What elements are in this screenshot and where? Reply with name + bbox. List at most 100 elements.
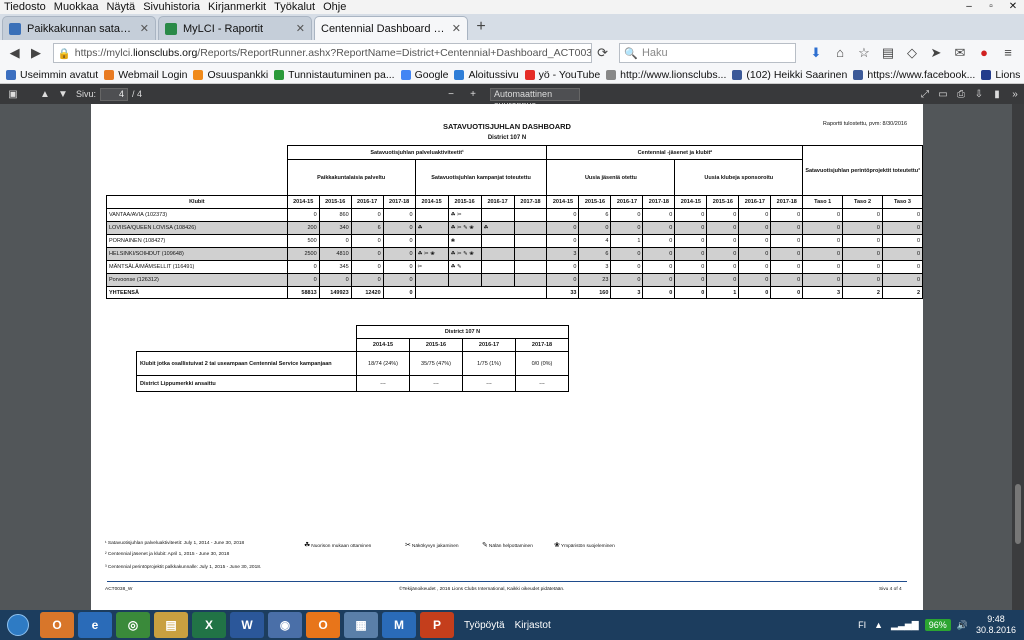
window-controls: – ▫ ✕ [958,0,1024,14]
language-indicator[interactable]: FI [858,620,866,630]
tab-centennial-report[interactable]: Centennial Dashboard Report_...✕ [314,16,468,40]
tab-mylci-raportit[interactable]: MyLCI - Raportit ✕ [158,16,312,40]
bookmark-icon[interactable]: ▮ [988,89,1006,100]
forward-arrow-icon[interactable]: ▶ [25,42,46,64]
menu-item-1[interactable]: Muokkaa [50,1,103,13]
scrollbar-thumb[interactable] [1015,484,1021,544]
taskbar-desktop-label[interactable]: Työpöytä [464,620,505,631]
club-name: LOVIISA/QUEEN LOVISA (108426) [106,221,288,235]
viewer-scrollbar[interactable] [1012,104,1024,610]
campaign-icons-cell [513,221,548,235]
taskbar-excel-icon[interactable]: X [192,612,226,638]
bookmark-item[interactable]: Webmail Login [104,69,187,81]
taskbar-powerpoint-icon[interactable]: P [420,612,454,638]
menu-item-4[interactable]: Kirjanmerkit [204,1,270,13]
bookmark-item[interactable]: Aloitussivu [454,69,519,81]
back-arrow-icon[interactable]: ◀ [4,42,25,64]
bookmark-item[interactable]: https://www.facebook... [853,69,975,81]
new-clubs-cell: 0 [770,234,804,248]
address-bar[interactable]: 🔒 https://mylci. lionsclubs.org/Reports/R… [52,43,592,63]
legacy-cell: 0 [802,247,844,261]
menu-item-0[interactable]: Tiedosto [0,1,50,13]
zoom-select[interactable]: Automaattinen suurennus [490,87,581,110]
new-clubs-cell: 0 [674,221,708,235]
bookmark-item[interactable]: Lions District 107-N [981,69,1024,81]
local-served-cell: 200 [286,221,320,235]
bookmark-item[interactable]: Tunnistautuminen pa... [274,69,395,81]
prev-page-icon[interactable]: ▲ [36,89,54,100]
adblock-icon[interactable]: ● [972,45,996,61]
save-icon[interactable]: ⇩ [970,89,988,100]
local-served-cell: 0 [286,208,320,222]
close-tab-icon[interactable]: ✕ [452,22,461,35]
menu-icon[interactable]: ≡ [996,45,1020,61]
bookmark-item[interactable]: yö - YouTube [524,69,600,81]
zoom-in-button[interactable]: + [464,89,482,100]
minimize-button[interactable]: – [958,0,980,14]
zoom-out-button[interactable]: − [442,89,460,100]
fullscreen-icon[interactable]: ⤢ [916,89,934,100]
taskbar-m-app-icon[interactable]: M [382,612,416,638]
campaign-icons-cell: ☘ ✂ ✎ ❀ [447,247,482,261]
taskbar-firefox-icon[interactable]: ◉ [268,612,302,638]
reload-icon[interactable]: ⟳ [592,42,613,64]
print-icon[interactable]: ⎙ [952,89,970,100]
open-file-icon[interactable]: ▭ [934,89,952,100]
battery-indicator[interactable]: 96% [924,619,951,631]
new-members-cell: 1 [610,234,644,248]
taskbar-library-label[interactable]: Kirjastot [515,620,551,631]
home-icon[interactable]: ⌂ [828,45,852,61]
network-icon[interactable]: ▂▃▅▇ [891,620,919,631]
local-served-cell: 0 [350,208,384,222]
header-members: Centennial -jäsenet ja klubit² [546,145,804,160]
total-local-cell: 58813 [286,286,320,299]
taskbar-orange-app-icon[interactable]: O [306,612,340,638]
search-input[interactable]: 🔍 Haku [619,43,796,63]
header-year: 2015-16 [578,195,612,209]
new-tab-button[interactable]: + [470,16,492,40]
bookmark-item[interactable]: Useimmin avatut [6,69,98,81]
bookmark-item[interactable]: Osuuspankki [193,69,268,81]
tray-expand-icon[interactable]: ▲ [874,620,883,630]
sidebar-toggle-icon[interactable]: ▣ [4,89,22,100]
bookmark-star-icon[interactable]: ☆ [852,45,876,61]
maximize-button[interactable]: ▫ [980,0,1002,14]
bookmark-item[interactable]: http://www.lionsclubs... [606,69,726,81]
menu-item-3[interactable]: Sivuhistoria [139,1,204,13]
bookmark-item[interactable]: Google [400,69,448,81]
new-members-cell: 6 [578,208,612,222]
page-number-input[interactable]: 4 [100,87,129,101]
menu-item-2[interactable]: Näytä [102,1,139,13]
new-members-cell: 0 [642,234,676,248]
close-tab-icon[interactable]: ✕ [296,22,305,35]
tab-paikkakunnan[interactable]: Paikkakunnan satavuotisju...✕ [2,16,156,40]
taskbar-chrome-icon[interactable]: ◎ [116,612,150,638]
next-page-icon[interactable]: ▼ [54,89,72,100]
start-button[interactable] [0,611,36,639]
total-clubs-cell: 0 [674,286,708,299]
menu-item-6[interactable]: Ohje [319,1,350,13]
pocket-icon[interactable]: ◇ [900,45,924,61]
tools-icon[interactable]: » [1006,89,1024,100]
menu-item-5[interactable]: Työkalut [270,1,319,13]
bookmark-item[interactable]: (102) Heikki Saarinen [732,69,847,81]
bookmark-favicon-icon [454,69,465,80]
taskbar-explorer-icon[interactable]: ▤ [154,612,188,638]
taskbar-ie-icon[interactable]: e [78,612,112,638]
send-icon[interactable]: ➤ [924,45,948,61]
total-members-cell: 3 [610,286,644,299]
local-served-cell: 0 [382,260,416,274]
taskbar-office-icon[interactable]: O [40,612,74,638]
clock[interactable]: 9:48 30.8.2016 [976,614,1016,636]
download-icon[interactable]: ⬇ [804,45,828,61]
legacy-cell: 0 [881,273,924,287]
bookmarks-list-icon[interactable]: ▤ [876,45,900,61]
chat-icon[interactable]: ✉ [948,45,972,61]
close-tab-icon[interactable]: ✕ [140,22,149,35]
close-window-button[interactable]: ✕ [1002,0,1024,14]
taskbar-word-icon[interactable]: W [230,612,264,638]
taskbar-calculator-icon[interactable]: ▦ [344,612,378,638]
volume-icon[interactable]: 🔊 [957,620,968,631]
bookmark-favicon-icon [6,69,16,80]
page-total: / 4 [132,89,143,99]
